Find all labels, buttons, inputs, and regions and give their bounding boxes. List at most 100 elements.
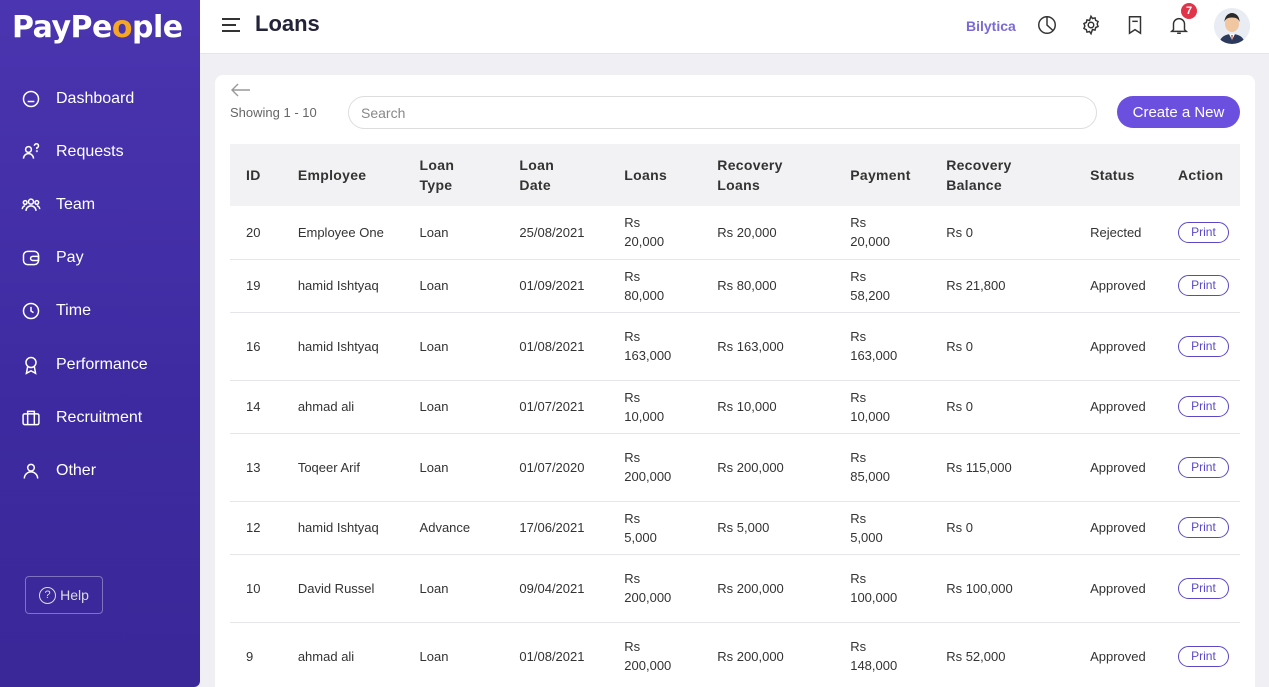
avatar[interactable] bbox=[1214, 8, 1250, 44]
cell-id: 14 bbox=[246, 399, 261, 414]
cell-id: 19 bbox=[246, 278, 261, 293]
print-button[interactable]: Print bbox=[1177, 456, 1229, 478]
col-status: Status bbox=[1090, 167, 1135, 183]
bookmark-icon[interactable] bbox=[1124, 14, 1148, 38]
wallet-icon bbox=[20, 247, 42, 269]
print-button[interactable]: Print bbox=[1177, 517, 1229, 538]
cell-recovery: Rs 80,000 bbox=[717, 278, 777, 293]
cell-payment: Rs 163,000 bbox=[850, 329, 898, 363]
cell-type: Loan bbox=[419, 224, 449, 240]
search-input[interactable] bbox=[348, 96, 1097, 129]
print-button[interactable]: Print bbox=[1177, 645, 1229, 667]
gear-icon[interactable] bbox=[1080, 14, 1104, 38]
cell-id: 10 bbox=[246, 580, 261, 596]
print-button[interactable]: Print bbox=[1177, 396, 1229, 417]
cell-loans: Rs 5,000 bbox=[624, 510, 657, 545]
sidebar-item-dashboard[interactable]: Dashboard bbox=[0, 72, 200, 125]
cell-payment: Rs 10,000 bbox=[850, 389, 890, 424]
cell-status: Approved bbox=[1090, 278, 1146, 293]
sidebar-item-time[interactable]: Time bbox=[0, 285, 200, 338]
cell-status: Approved bbox=[1090, 399, 1146, 414]
print-button[interactable]: Print bbox=[1177, 335, 1229, 357]
cell-type: Loan bbox=[419, 580, 449, 596]
print-button[interactable]: Print bbox=[1177, 275, 1229, 296]
top-header: Loans Bilytica 7 bbox=[200, 0, 1269, 54]
create-new-button[interactable]: Create a New bbox=[1117, 96, 1240, 128]
cell-type: Loan bbox=[419, 338, 449, 354]
col-loan-date: Loan Date bbox=[519, 157, 555, 193]
loans-card: Showing 1 - 10 Create a New ID Employee … bbox=[215, 75, 1255, 687]
cell-id: 13 bbox=[246, 459, 261, 475]
cell-action: Print bbox=[1172, 380, 1240, 433]
notification-badge: 7 bbox=[1179, 1, 1199, 21]
clock-icon bbox=[20, 300, 42, 322]
cell-recovery: Rs 5,000 bbox=[717, 520, 770, 535]
sidebar-item-other[interactable]: Other bbox=[0, 444, 200, 497]
cell-balance: Rs 115,000 bbox=[946, 459, 1012, 475]
pie-chart-icon[interactable] bbox=[1036, 14, 1060, 38]
cell-recovery: Rs 20,000 bbox=[717, 224, 777, 240]
col-recovery-balance: Recovery Balance bbox=[946, 157, 1012, 193]
cell-balance: Rs 0 bbox=[946, 399, 973, 414]
cell-date: 01/09/2021 bbox=[519, 278, 585, 293]
showing-count: Showing 1 - 10 bbox=[230, 105, 317, 120]
sidebar-item-label: Requests bbox=[56, 142, 124, 160]
col-employee: Employee bbox=[297, 167, 367, 183]
cell-balance: Rs 0 bbox=[946, 520, 973, 535]
sidebar: PayPeople Dashboard Requests Team Pay Ti… bbox=[0, 0, 200, 687]
print-button[interactable]: Print bbox=[1177, 577, 1229, 599]
cell-employee: hamid Ishtyaq bbox=[297, 278, 379, 293]
sidebar-item-label: Pay bbox=[56, 249, 84, 267]
app-logo[interactable]: PayPeople bbox=[12, 10, 183, 45]
sidebar-item-pay[interactable]: Pay bbox=[0, 232, 200, 285]
table-row: 12 hamid Ishtyaq Advance 17/06/2021 Rs 5,000… bbox=[230, 501, 1240, 554]
cell-action: Print bbox=[1172, 312, 1240, 380]
col-loans: Loans bbox=[624, 167, 668, 183]
col-payment: Payment bbox=[850, 167, 911, 183]
cell-recovery: Rs 10,000 bbox=[717, 399, 777, 414]
sidebar-item-requests[interactable]: Requests bbox=[0, 125, 200, 178]
back-arrow-icon[interactable] bbox=[231, 83, 251, 97]
col-action: Action bbox=[1177, 167, 1224, 183]
print-button[interactable]: Print bbox=[1177, 221, 1229, 243]
col-recovery-loans: Recovery Loans bbox=[717, 157, 783, 193]
sidebar-item-label: Time bbox=[56, 302, 91, 320]
cell-status: Approved bbox=[1090, 648, 1146, 664]
help-button[interactable]: ? Help bbox=[25, 576, 103, 614]
cell-recovery: Rs 163,000 bbox=[717, 338, 784, 354]
cell-balance: Rs 21,800 bbox=[946, 278, 1006, 293]
sidebar-item-label: Dashboard bbox=[56, 89, 135, 107]
cell-status: Approved bbox=[1090, 338, 1146, 354]
col-loan-type: Loan Type bbox=[419, 157, 455, 193]
company-name[interactable]: Bilytica bbox=[966, 18, 1016, 34]
cell-loans: Rs 20,000 bbox=[624, 215, 665, 250]
col-id: ID bbox=[246, 167, 261, 183]
sidebar-item-team[interactable]: Team bbox=[0, 178, 200, 231]
cell-date: 17/06/2021 bbox=[519, 520, 585, 535]
cell-employee: ahmad ali bbox=[297, 399, 355, 414]
cell-employee: ahmad ali bbox=[297, 648, 355, 664]
page-title: Loans bbox=[255, 11, 320, 36]
sidebar-item-label: Recruitment bbox=[56, 408, 143, 426]
loans-table: ID Employee Loan Type Loan Date Loans Re… bbox=[230, 144, 1240, 687]
sidebar-item-label: Team bbox=[56, 195, 96, 213]
cell-recovery: Rs 200,000 bbox=[717, 648, 784, 664]
menu-icon[interactable] bbox=[222, 18, 240, 32]
table-row: 14 ahmad ali Loan 01/07/2021 Rs 10,000 Rs 10,… bbox=[230, 380, 1240, 433]
cell-date: 25/08/2021 bbox=[519, 224, 585, 240]
cell-payment: Rs 20,000 bbox=[850, 215, 890, 250]
cell-date: 01/07/2020 bbox=[519, 459, 585, 475]
cell-employee: Toqeer Arif bbox=[297, 459, 360, 475]
cell-action: Print bbox=[1172, 433, 1240, 501]
sidebar-item-performance[interactable]: Performance bbox=[0, 338, 200, 391]
cell-balance: Rs 52,000 bbox=[946, 648, 1006, 664]
cell-id: 12 bbox=[246, 520, 261, 535]
sidebar-item-recruitment[interactable]: Recruitment bbox=[0, 391, 200, 444]
cell-balance: Rs 0 bbox=[946, 338, 973, 354]
cell-employee: hamid Ishtyaq bbox=[297, 520, 379, 535]
cell-type: Loan bbox=[419, 459, 449, 475]
user-icon bbox=[20, 460, 42, 482]
cell-loans: Rs 200,000 bbox=[624, 639, 672, 673]
cell-id: 16 bbox=[246, 338, 261, 354]
cell-status: Approved bbox=[1090, 580, 1146, 596]
